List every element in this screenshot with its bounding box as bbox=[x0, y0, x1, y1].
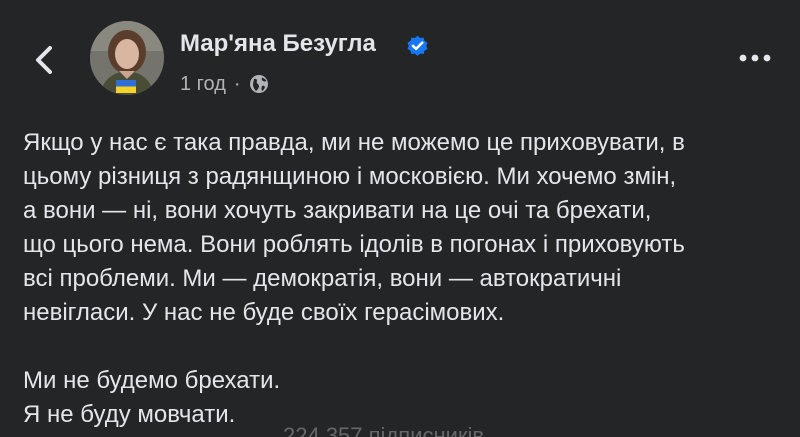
post-line: цьому різниця з радянщиною і московією. … bbox=[23, 163, 677, 190]
chevron-left-icon bbox=[36, 46, 52, 74]
author-name[interactable]: Мар'яна Безугла bbox=[180, 30, 376, 58]
globe-icon bbox=[249, 75, 268, 93]
post-time[interactable]: 1 год bbox=[180, 73, 226, 96]
more-options-button[interactable] bbox=[732, 44, 778, 72]
verified-badge-icon bbox=[407, 35, 428, 56]
back-button[interactable] bbox=[26, 38, 62, 82]
post-line: Ми не будемо брехати. bbox=[23, 367, 281, 394]
post-body: Якщо у нас є така правда, ми не можемо ц… bbox=[23, 126, 793, 432]
followers-count: 224 357 підписників bbox=[283, 423, 485, 437]
post-line: а вони — ні, вони хочуть закривати на це… bbox=[23, 197, 652, 224]
post-line: всі проблеми. Ми — демократія, вони — ав… bbox=[23, 265, 622, 292]
post-line: невігласи. У нас не буде своїх герасімов… bbox=[23, 299, 505, 326]
post-line: Якщо у нас є така правда, ми не можемо ц… bbox=[23, 129, 685, 156]
meta-separator: · bbox=[233, 72, 241, 95]
post-line: що цього нема. Вони роблять ідолів в пог… bbox=[23, 231, 685, 258]
post-meta: 1 год · bbox=[180, 70, 269, 98]
ellipsis-icon bbox=[739, 54, 771, 62]
ukraine-flag-icon bbox=[116, 80, 136, 93]
